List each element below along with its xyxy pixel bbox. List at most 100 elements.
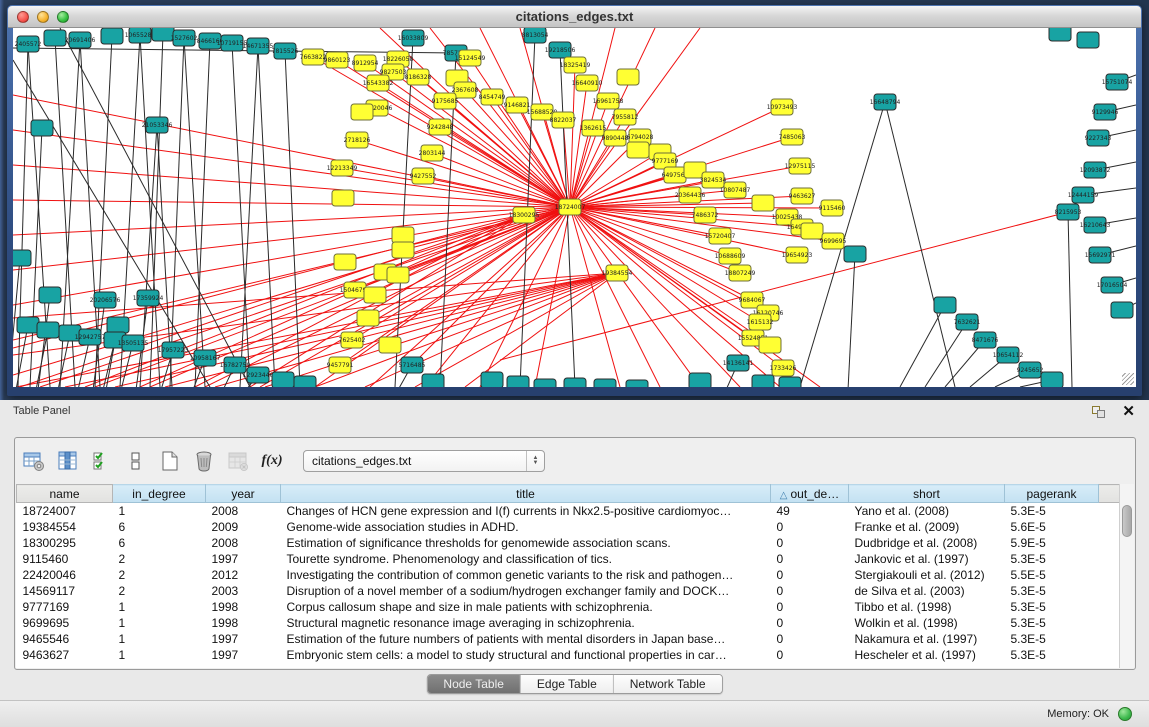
network-node[interactable] [379, 337, 401, 353]
network-node[interactable]: 15692971 [1085, 247, 1116, 263]
network-node[interactable]: 7632621 [954, 314, 981, 330]
network-node[interactable]: 9242848 [427, 119, 454, 135]
network-node[interactable]: 10654112 [993, 347, 1024, 363]
network-node[interactable] [364, 287, 386, 303]
network-node[interactable]: 2718126 [344, 132, 371, 148]
network-node[interactable] [392, 242, 414, 258]
table-selector-dropdown[interactable]: citations_edges.txt ▲▼ [303, 450, 545, 472]
network-node[interactable]: 1615132 [747, 314, 774, 330]
network-node[interactable]: 3824534 [700, 172, 727, 188]
tab-edge-table[interactable]: Edge Table [521, 675, 614, 693]
network-node[interactable]: 16033809 [398, 30, 429, 46]
close-window-button[interactable] [17, 11, 29, 23]
network-node[interactable]: 17957223 [158, 342, 189, 358]
network-node[interactable]: 15751074 [1102, 74, 1133, 90]
network-node[interactable] [351, 104, 373, 120]
network-node[interactable] [844, 246, 866, 262]
network-window-titlebar[interactable]: citations_edges.txt [8, 6, 1141, 28]
column-header-year[interactable]: year [206, 485, 281, 503]
network-node[interactable] [37, 322, 59, 338]
network-node[interactable] [626, 380, 648, 387]
network-node[interactable]: 9860123 [324, 52, 351, 68]
network-node[interactable]: 5716485 [399, 357, 426, 373]
network-node[interactable] [779, 377, 801, 387]
network-node[interactable]: 9427552 [410, 168, 437, 184]
network-node[interactable]: 18300295 [509, 207, 540, 223]
network-node[interactable]: 8813054 [522, 28, 549, 43]
network-node[interactable]: 10655287 [125, 28, 156, 43]
function-builder-icon[interactable]: f(x) [261, 449, 283, 473]
table-row[interactable]: 2242004622012Investigating the contribut… [17, 567, 1121, 583]
network-node[interactable]: 9463627 [789, 188, 816, 204]
delete-column-icon[interactable] [193, 449, 215, 473]
network-node[interactable]: 21053346 [142, 117, 173, 133]
network-node[interactable]: 9699695 [820, 233, 847, 249]
network-node[interactable]: 16210643 [1080, 217, 1111, 233]
network-node[interactable] [334, 254, 356, 270]
network-node[interactable]: 17016504 [1097, 277, 1128, 293]
network-node[interactable]: 15720407 [705, 228, 736, 244]
network-node[interactable]: 2405572 [15, 36, 42, 52]
table-scrollbar[interactable] [1119, 484, 1134, 668]
new-column-icon[interactable] [159, 449, 181, 473]
table-row[interactable]: 1830029562008Estimation of significance … [17, 535, 1121, 551]
table-row[interactable]: 969969511998Structural magnetic resonanc… [17, 615, 1121, 631]
show-columns-icon[interactable] [57, 449, 79, 473]
network-node[interactable] [934, 297, 956, 313]
column-header-short[interactable]: short [849, 485, 1005, 503]
network-node[interactable]: 1527602 [171, 30, 198, 46]
network-node[interactable]: 12444159 [1068, 187, 1099, 203]
network-node[interactable]: 17359924 [133, 290, 164, 306]
network-node[interactable]: 9115460 [819, 200, 846, 216]
network-node[interactable]: 7663822 [300, 49, 327, 65]
network-node[interactable] [107, 317, 129, 333]
column-header-name[interactable]: name [17, 485, 113, 503]
network-node[interactable]: 16640910 [572, 75, 603, 91]
network-node[interactable]: 20364436 [675, 187, 706, 203]
table-row[interactable]: 1456911722003Disruption of a novel membe… [17, 583, 1121, 599]
network-node[interactable]: 16961758 [593, 93, 624, 109]
tab-node-table[interactable]: Node Table [427, 675, 521, 693]
network-node[interactable]: 12942757 [75, 329, 106, 345]
network-node[interactable]: 8215953 [1055, 204, 1082, 220]
table-scrollbar-thumb[interactable] [1122, 505, 1132, 537]
network-node[interactable] [294, 376, 316, 387]
network-node[interactable] [617, 69, 639, 85]
network-node[interactable]: 16648794 [870, 94, 901, 110]
network-node[interactable]: 12213349 [327, 160, 358, 176]
network-node[interactable]: 10958167 [190, 350, 221, 366]
network-node[interactable]: 20691406 [65, 32, 96, 48]
column-header-title[interactable]: title [281, 485, 771, 503]
citation-network-graph[interactable]: 2405572206914061065528715276028466160107… [13, 28, 1136, 387]
network-node[interactable] [627, 142, 649, 158]
network-node[interactable]: 18807249 [725, 265, 756, 281]
network-node[interactable]: 1362615 [580, 120, 607, 136]
network-node[interactable]: 14136141 [723, 355, 754, 371]
network-node[interactable]: 10688609 [715, 248, 746, 264]
float-panel-icon[interactable] [1092, 406, 1105, 418]
column-header-out-degree[interactable]: △out_de… [771, 485, 849, 503]
network-node[interactable]: 9227343 [1085, 130, 1112, 146]
zoom-window-button[interactable] [57, 11, 69, 23]
network-node[interactable] [759, 337, 781, 353]
network-node[interactable]: 19654923 [782, 247, 813, 263]
column-header-in-degree[interactable]: in_degree [113, 485, 206, 503]
network-node[interactable]: 19218506 [545, 42, 576, 58]
network-node[interactable] [101, 28, 123, 44]
network-node[interactable]: 7625402 [339, 332, 366, 348]
tab-network-table[interactable]: Network Table [614, 675, 722, 693]
network-node[interactable]: 8471676 [972, 332, 999, 348]
network-node[interactable] [752, 195, 774, 211]
network-node[interactable]: 9245652 [1017, 362, 1044, 378]
network-node[interactable]: 1733426 [770, 360, 797, 376]
memory-status-indicator[interactable] [1118, 707, 1132, 721]
network-node[interactable] [31, 120, 53, 136]
import-table-icon[interactable] [227, 449, 249, 473]
network-node[interactable] [1041, 372, 1063, 387]
row-options-icon[interactable] [125, 449, 147, 473]
network-node[interactable] [272, 372, 294, 387]
network-node[interactable]: 9175685 [432, 93, 459, 109]
network-node[interactable]: 15124549 [455, 50, 486, 66]
network-node[interactable]: 13505135 [118, 335, 149, 351]
network-node[interactable] [357, 310, 379, 326]
